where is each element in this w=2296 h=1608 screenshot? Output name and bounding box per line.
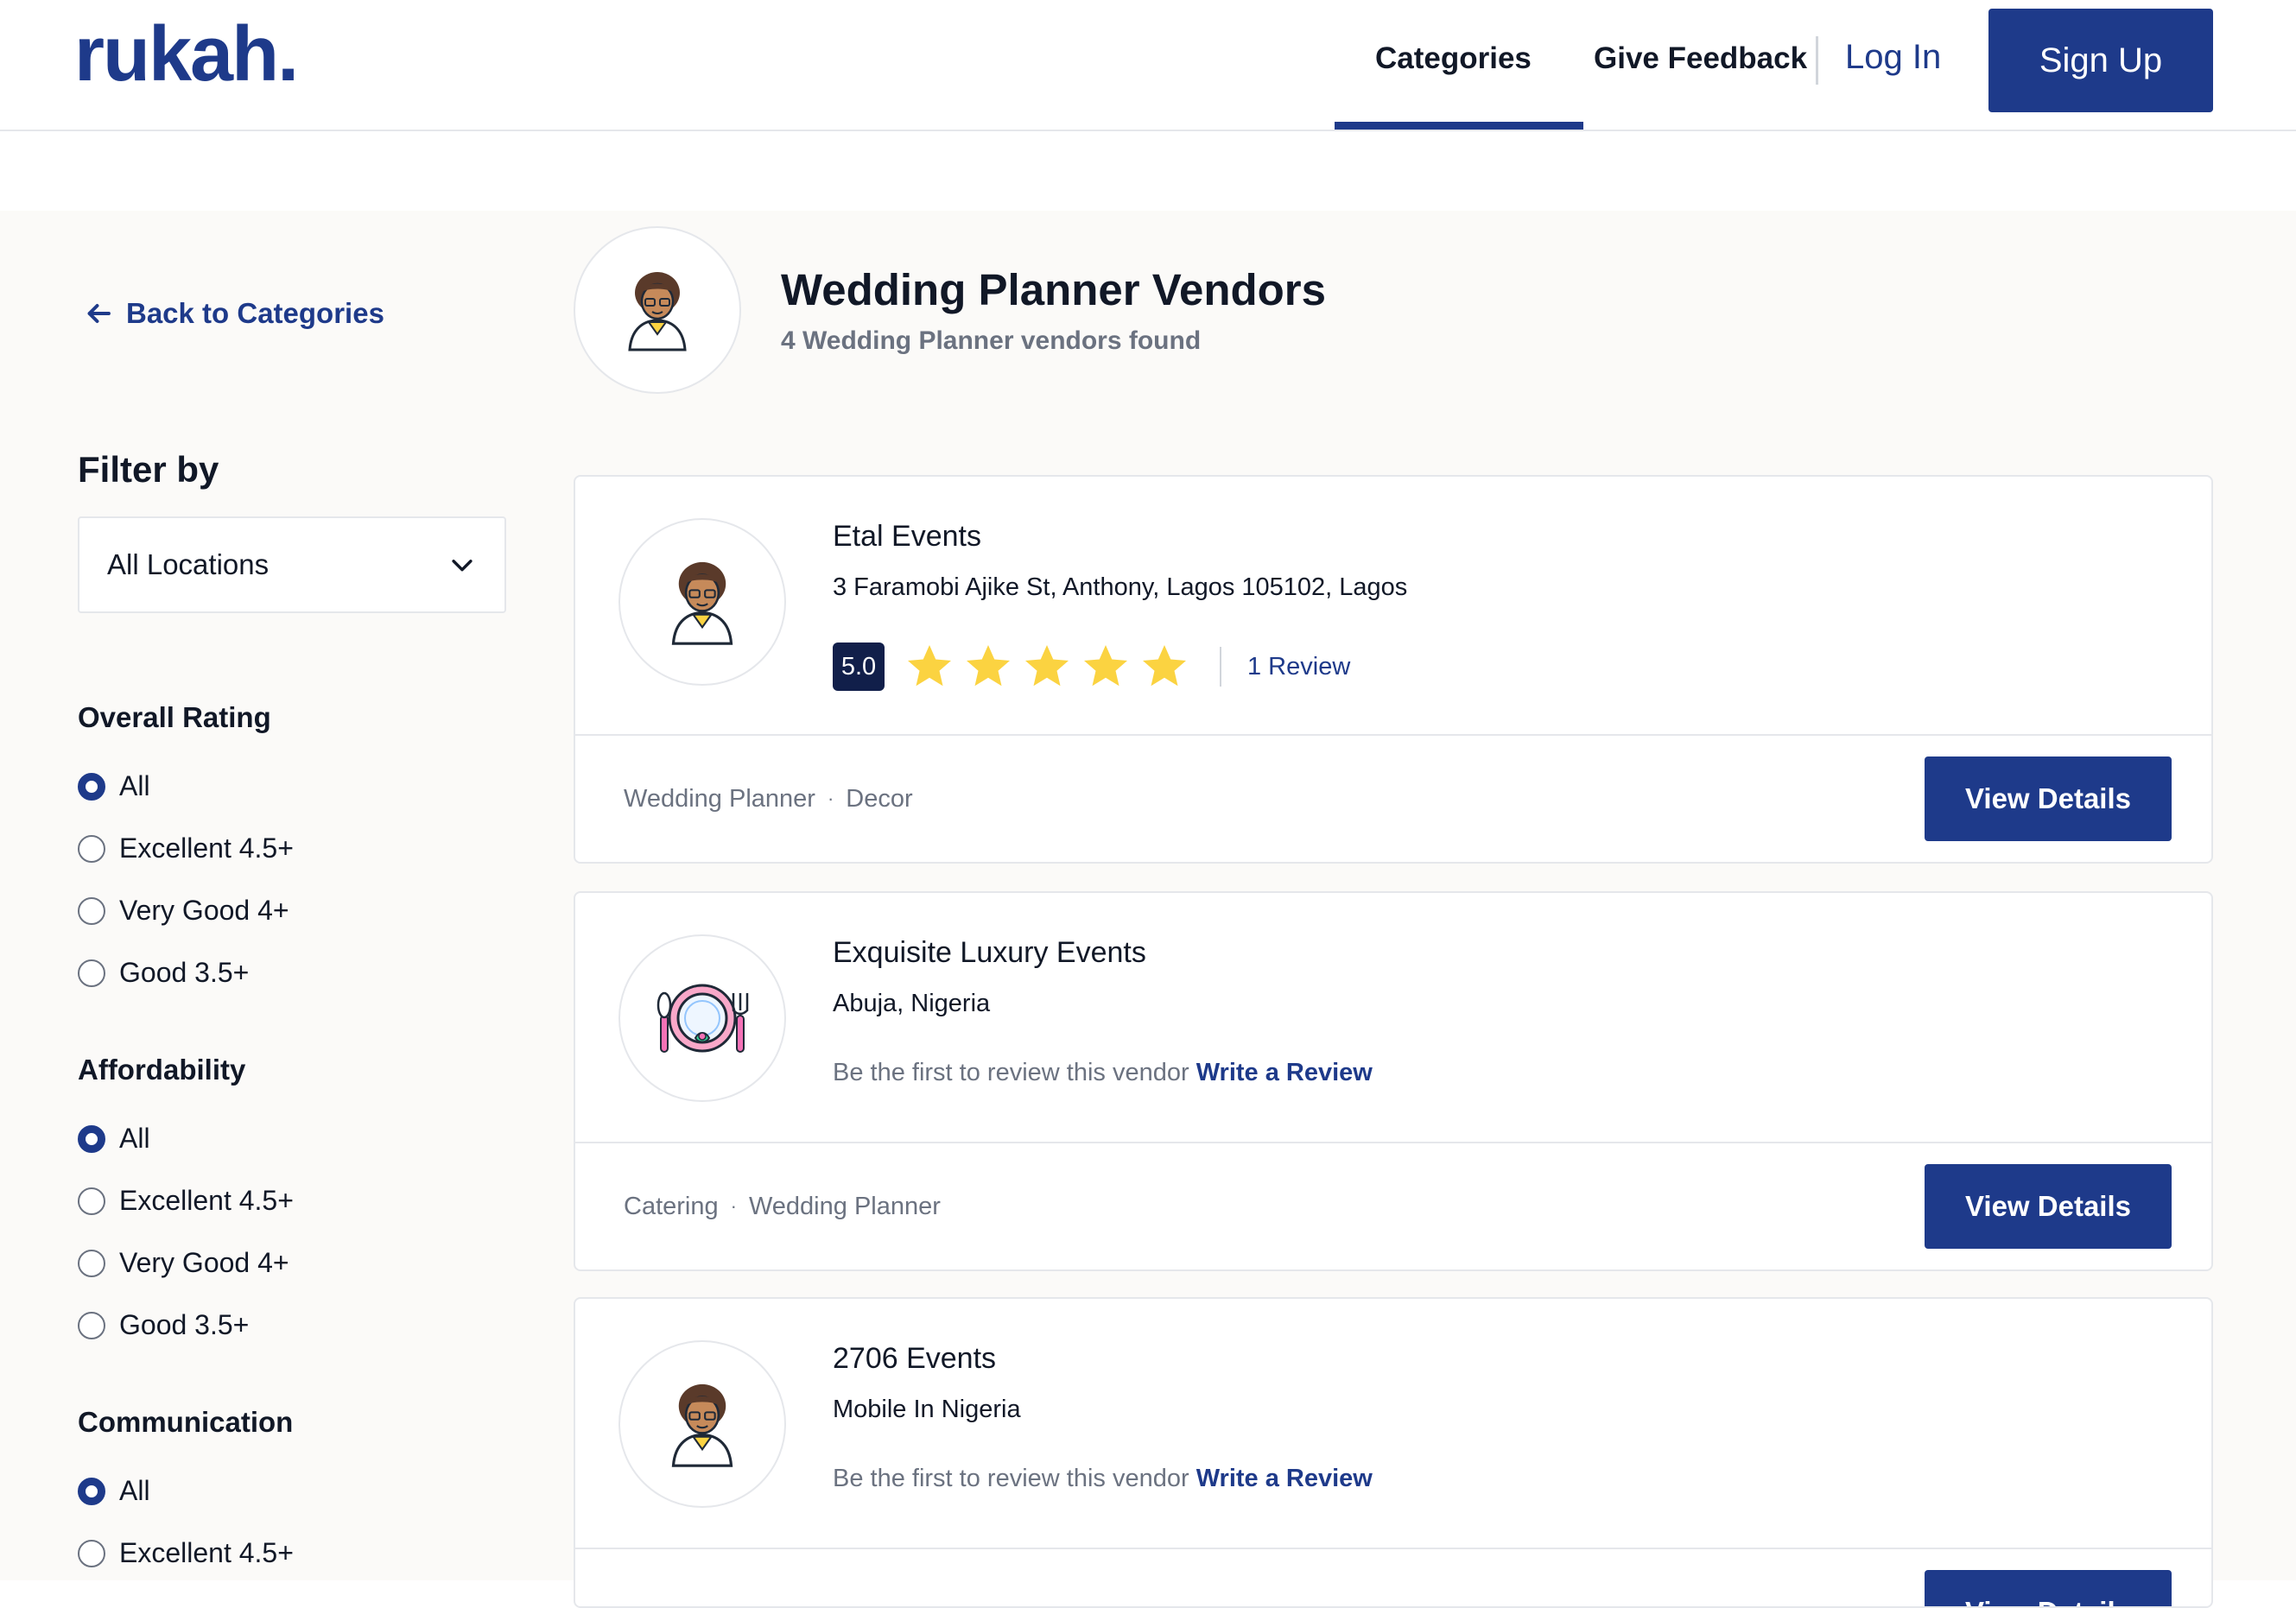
tag-separator: ·	[827, 788, 834, 809]
affordability-option-excellent[interactable]: Excellent 4.5+	[78, 1185, 294, 1217]
write-review-link[interactable]: Write a Review	[1196, 1465, 1373, 1492]
vendor-card-header: 2706 Events Mobile In Nigeria Be the fir…	[575, 1299, 2211, 1549]
vendor-tag: Wedding Planner	[748, 1192, 941, 1220]
vendor-name[interactable]: 2706 Events	[833, 1342, 996, 1376]
vendor-avatar	[618, 518, 786, 686]
star-icon	[1025, 645, 1069, 687]
signup-button[interactable]: Sign Up	[1988, 9, 2213, 112]
vendor-tags: Wedding Planner · Decor	[624, 736, 913, 862]
communication-heading: Communication	[78, 1406, 294, 1438]
back-to-categories-label: Back to Categories	[126, 297, 384, 329]
vendor-card-footer: Wedding Planner · Decor View Details	[575, 736, 2211, 862]
communication-option-excellent[interactable]: Excellent 4.5+	[78, 1537, 294, 1569]
radio[interactable]	[78, 1187, 105, 1215]
star-icon	[908, 645, 951, 687]
view-details-button[interactable]: View Details	[1925, 757, 2172, 841]
vendor-address: Abuja, Nigeria	[833, 990, 991, 1017]
vendor-avatar	[618, 1340, 786, 1508]
location-select[interactable]: All Locations	[78, 516, 506, 613]
radio-label: Excellent 4.5+	[119, 1537, 294, 1568]
radio-label: Excellent 4.5+	[119, 1185, 294, 1216]
vendor-tags: Catering · Wedding Planner	[624, 1143, 941, 1269]
no-reviews-text: Be the first to review this vendor Write…	[833, 1059, 1373, 1087]
nav-give-feedback-link[interactable]: Give Feedback	[1594, 41, 1807, 76]
radio-label: All	[119, 1475, 150, 1506]
radio-label: All	[119, 1123, 150, 1154]
overall-rating-option-all[interactable]: All	[78, 770, 150, 802]
overall-rating-option-good[interactable]: Good 3.5+	[78, 957, 249, 989]
radio[interactable]	[78, 834, 105, 863]
affordability-option-very-good[interactable]: Very Good 4+	[78, 1247, 289, 1279]
planner-avatar-icon	[628, 272, 687, 351]
affordability-option-good[interactable]: Good 3.5+	[78, 1309, 249, 1341]
planner-avatar-icon	[671, 1383, 733, 1467]
login-link[interactable]: Log In	[1845, 38, 1941, 77]
communication-option-all[interactable]: All	[78, 1475, 150, 1507]
vendor-count-text: 4 Wedding Planner vendors found	[781, 326, 1202, 355]
tag-separator: ·	[730, 1195, 737, 1217]
rating-divider	[1220, 647, 1221, 687]
star-icon	[1143, 645, 1186, 687]
chevron-down-icon	[452, 560, 473, 572]
overall-rating-option-very-good[interactable]: Very Good 4+	[78, 895, 289, 927]
vendor-name[interactable]: Etal Events	[833, 520, 981, 554]
radio[interactable]	[78, 1539, 105, 1567]
vendor-card-footer: Catering · Wedding Planner View Details	[575, 1143, 2211, 1269]
star-icon	[1084, 645, 1127, 687]
affordability-option-all[interactable]: All	[78, 1123, 150, 1155]
vendor-card-header: Etal Events 3 Faramobi Ajike St, Anthony…	[575, 477, 2211, 736]
vendor-name[interactable]: Exquisite Luxury Events	[833, 936, 1146, 970]
radio-label: Very Good 4+	[119, 895, 289, 926]
vendor-avatar	[618, 934, 786, 1102]
nav-divider	[1816, 36, 1818, 85]
radio-label: All	[119, 770, 150, 801]
plate-cutlery-icon	[656, 984, 749, 1053]
category-avatar	[574, 226, 741, 394]
radio[interactable]	[78, 896, 105, 925]
vendor-address: 3 Faramobi Ajike St, Anthony, Lagos 1051…	[833, 573, 1408, 601]
planner-avatar-icon	[671, 561, 733, 645]
arrow-left-icon	[87, 304, 111, 323]
radio-checked[interactable]	[78, 772, 105, 801]
radio[interactable]	[78, 1311, 105, 1339]
vendor-card-header: Exquisite Luxury Events Abuja, Nigeria B…	[575, 893, 2211, 1143]
top-navbar: rukah. Categories Give Feedback Log In S…	[0, 0, 2296, 131]
nav-categories-link[interactable]: Categories	[1375, 41, 1532, 76]
vendor-tag: Catering	[624, 1192, 719, 1220]
radio-label: Excellent 4.5+	[119, 832, 294, 864]
view-details-button[interactable]: View Details	[1925, 1164, 2172, 1249]
radio-label: Very Good 4+	[119, 1247, 289, 1278]
vendor-card: Etal Events 3 Faramobi Ajike St, Anthony…	[574, 475, 2213, 864]
view-details-button[interactable]: View Details	[1925, 1570, 2172, 1606]
radio-checked[interactable]	[78, 1477, 105, 1505]
back-to-categories-link[interactable]: Back to Categories	[83, 297, 384, 330]
star-icon	[967, 645, 1010, 687]
radio[interactable]	[78, 959, 105, 987]
page-title: Wedding Planner Vendors	[781, 265, 1327, 314]
no-reviews-label: Be the first to review this vendor	[833, 1465, 1189, 1492]
radio-checked[interactable]	[78, 1124, 105, 1153]
review-count-link[interactable]: 1 Review	[1247, 653, 1350, 681]
radio-label: Good 3.5+	[119, 1309, 250, 1340]
vendor-rating: 5.0 1 Review	[833, 641, 1350, 693]
vendor-tag: Decor	[846, 784, 913, 813]
no-reviews-label: Be the first to review this vendor	[833, 1059, 1189, 1086]
overall-rating-option-excellent[interactable]: Excellent 4.5+	[78, 832, 294, 864]
location-select-value: All Locations	[107, 548, 270, 580]
nav-active-indicator	[1335, 122, 1583, 130]
brand-logo[interactable]: rukah.	[74, 10, 299, 99]
write-review-link[interactable]: Write a Review	[1196, 1059, 1373, 1086]
vendor-address: Mobile In Nigeria	[833, 1396, 1021, 1423]
vendor-card: Exquisite Luxury Events Abuja, Nigeria B…	[574, 891, 2213, 1271]
vendor-tag: Wedding Planner	[624, 784, 815, 813]
radio-label: Good 3.5+	[119, 957, 250, 988]
no-reviews-text: Be the first to review this vendor Write…	[833, 1465, 1373, 1493]
overall-rating-heading: Overall Rating	[78, 701, 271, 733]
vendor-card: 2706 Events Mobile In Nigeria Be the fir…	[574, 1297, 2213, 1608]
affordability-heading: Affordability	[78, 1054, 246, 1086]
radio[interactable]	[78, 1249, 105, 1277]
rating-badge: 5.0	[833, 643, 885, 691]
vendor-card-footer: View Details	[575, 1549, 2211, 1606]
filter-by-heading: Filter by	[78, 449, 219, 490]
